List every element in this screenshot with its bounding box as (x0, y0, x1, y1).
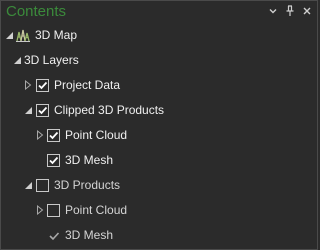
layer-checkbox[interactable] (47, 204, 60, 217)
tree-node-map-label: 3D Map (35, 28, 78, 42)
collapsed-arrow-icon[interactable] (35, 130, 45, 140)
collapsed-arrow-icon[interactable] (23, 80, 33, 90)
tree-node-category-label: 3D Layers (24, 53, 79, 67)
expanded-arrow-icon[interactable] (12, 55, 22, 65)
layer-row[interactable]: Clipped 3D Products (1, 99, 317, 121)
layer-checkbox[interactable] (36, 104, 49, 117)
chevron-down-icon[interactable] (266, 4, 280, 18)
layer-label: Project Data (54, 78, 121, 92)
layer-checkbox[interactable] (47, 129, 60, 142)
tree-node-category[interactable]: 3D Layers (1, 49, 317, 71)
layer-checkbox[interactable] (36, 79, 49, 92)
layer-label: Clipped 3D Products (54, 103, 165, 117)
layer-checkbox[interactable] (36, 179, 49, 192)
pane-title: Contents (6, 3, 67, 20)
layer-label: Point Cloud (65, 203, 128, 217)
expanded-arrow-icon[interactable] (4, 30, 14, 40)
layer-row[interactable]: Point Cloud (1, 124, 317, 146)
layer-row[interactable]: 3D Mesh (1, 224, 317, 246)
contents-pane: Contents 3D Map 3D Layers Project Data C… (0, 0, 318, 250)
collapsed-arrow-icon[interactable] (35, 205, 45, 215)
layer-row[interactable]: Point Cloud (1, 199, 317, 221)
close-icon[interactable] (300, 4, 314, 18)
expanded-arrow-icon[interactable] (23, 105, 33, 115)
layer-row[interactable]: 3D Mesh (1, 149, 317, 171)
layer-label: Point Cloud (65, 128, 128, 142)
expanded-arrow-icon[interactable] (23, 180, 33, 190)
layer-label: 3D Mesh (65, 228, 114, 242)
layer-row[interactable]: 3D Products (1, 174, 317, 196)
layer-checkbox[interactable] (47, 229, 60, 242)
pin-icon[interactable] (283, 4, 297, 18)
layer-label: 3D Products (54, 178, 121, 192)
tree-node-map[interactable]: 3D Map (1, 24, 317, 46)
layer-label: 3D Mesh (65, 153, 114, 167)
layer-row[interactable]: Project Data (1, 74, 317, 96)
3d-map-icon (15, 27, 31, 43)
layer-checkbox[interactable] (47, 154, 60, 167)
